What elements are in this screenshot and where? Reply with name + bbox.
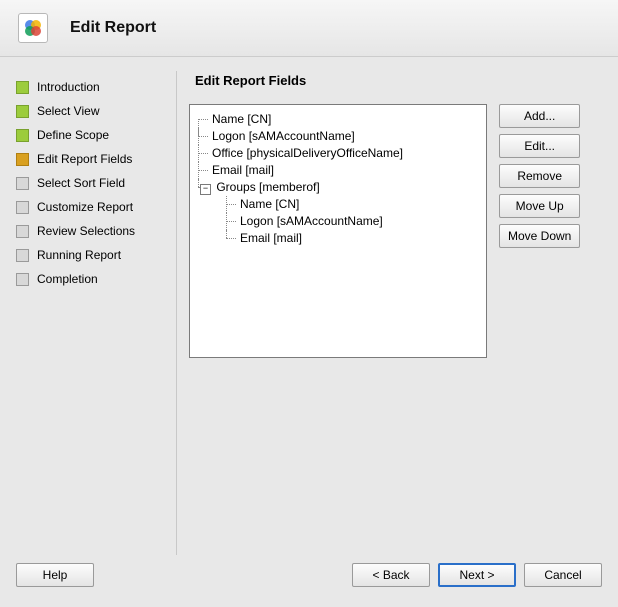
step-select-sort-field[interactable]: Select Sort Field [14, 171, 172, 195]
step-select-view[interactable]: Select View [14, 99, 172, 123]
cancel-button[interactable]: Cancel [524, 563, 602, 587]
wizard-footer: Help < Back Next > Cancel [0, 555, 618, 607]
step-bullet-icon [16, 249, 29, 262]
step-bullet-icon [16, 225, 29, 238]
field-action-buttons: Add... Edit... Remove Move Up Move Down [499, 104, 580, 254]
tree-item-label: Name [CN] [240, 197, 299, 211]
step-define-scope[interactable]: Define Scope [14, 123, 172, 147]
wizard-title: Edit Report [70, 19, 156, 37]
tree-item-label: Email [mail] [212, 163, 274, 177]
wizard-body: Introduction Select View Define Scope Ed… [0, 57, 618, 555]
tree-item[interactable]: Name [CN] [198, 111, 482, 128]
app-icon [18, 13, 48, 43]
fields-row: Name [CN] Logon [sAMAccountName] Office … [189, 104, 604, 358]
next-button[interactable]: Next > [438, 563, 516, 587]
collapse-icon[interactable]: − [200, 184, 211, 195]
step-bullet-icon [16, 201, 29, 214]
step-label: Customize Report [37, 200, 133, 214]
step-label: Define Scope [37, 128, 109, 142]
tree-item-label: Name [CN] [212, 112, 271, 126]
step-label: Review Selections [37, 224, 135, 238]
step-label: Select View [37, 104, 99, 118]
edit-button[interactable]: Edit... [499, 134, 580, 158]
wizard-window: Edit Report Introduction Select View Def… [0, 0, 618, 607]
wizard-header: Edit Report [0, 0, 618, 57]
tree-item[interactable]: Email [mail] [198, 162, 482, 179]
wizard-steps: Introduction Select View Define Scope Ed… [14, 71, 172, 555]
step-introduction[interactable]: Introduction [14, 75, 172, 99]
move-down-button[interactable]: Move Down [499, 224, 580, 248]
step-bullet-icon [16, 105, 29, 118]
step-bullet-icon [16, 81, 29, 94]
tree-item-groups[interactable]: − Groups [memberof] Name [CN] Logon [sAM… [198, 179, 482, 247]
tree-item-label: Logon [sAMAccountName] [212, 129, 355, 143]
tree-item-label: Email [mail] [240, 231, 302, 245]
tree-item[interactable]: Email [mail] [226, 230, 482, 247]
add-button[interactable]: Add... [499, 104, 580, 128]
step-bullet-icon [16, 273, 29, 286]
remove-button[interactable]: Remove [499, 164, 580, 188]
step-completion[interactable]: Completion [14, 267, 172, 291]
tree-item[interactable]: Name [CN] [226, 196, 482, 213]
tree-item-label: Office [physicalDeliveryOfficeName] [212, 146, 403, 160]
step-running-report[interactable]: Running Report [14, 243, 172, 267]
help-button[interactable]: Help [16, 563, 94, 587]
step-label: Completion [37, 272, 98, 286]
tree-item-label: Groups [memberof] [216, 180, 319, 194]
step-label: Running Report [37, 248, 121, 262]
tree-item-label: Logon [sAMAccountName] [240, 214, 383, 228]
tree-item[interactable]: Logon [sAMAccountName] [198, 128, 482, 145]
step-bullet-icon [16, 177, 29, 190]
tree-item[interactable]: Logon [sAMAccountName] [226, 213, 482, 230]
step-edit-report-fields[interactable]: Edit Report Fields [14, 147, 172, 171]
step-label: Select Sort Field [37, 176, 125, 190]
move-up-button[interactable]: Move Up [499, 194, 580, 218]
step-review-selections[interactable]: Review Selections [14, 219, 172, 243]
step-label: Introduction [37, 80, 100, 94]
step-bullet-icon [16, 129, 29, 142]
step-label: Edit Report Fields [37, 152, 132, 166]
back-button[interactable]: < Back [352, 563, 430, 587]
tree-item[interactable]: Office [physicalDeliveryOfficeName] [198, 145, 482, 162]
step-bullet-icon [16, 153, 29, 166]
vertical-divider [176, 71, 177, 555]
page-title: Edit Report Fields [195, 73, 604, 88]
fields-tree[interactable]: Name [CN] Logon [sAMAccountName] Office … [189, 104, 487, 358]
wizard-main: Edit Report Fields Name [CN] Logon [sAMA… [189, 71, 604, 555]
step-customize-report[interactable]: Customize Report [14, 195, 172, 219]
